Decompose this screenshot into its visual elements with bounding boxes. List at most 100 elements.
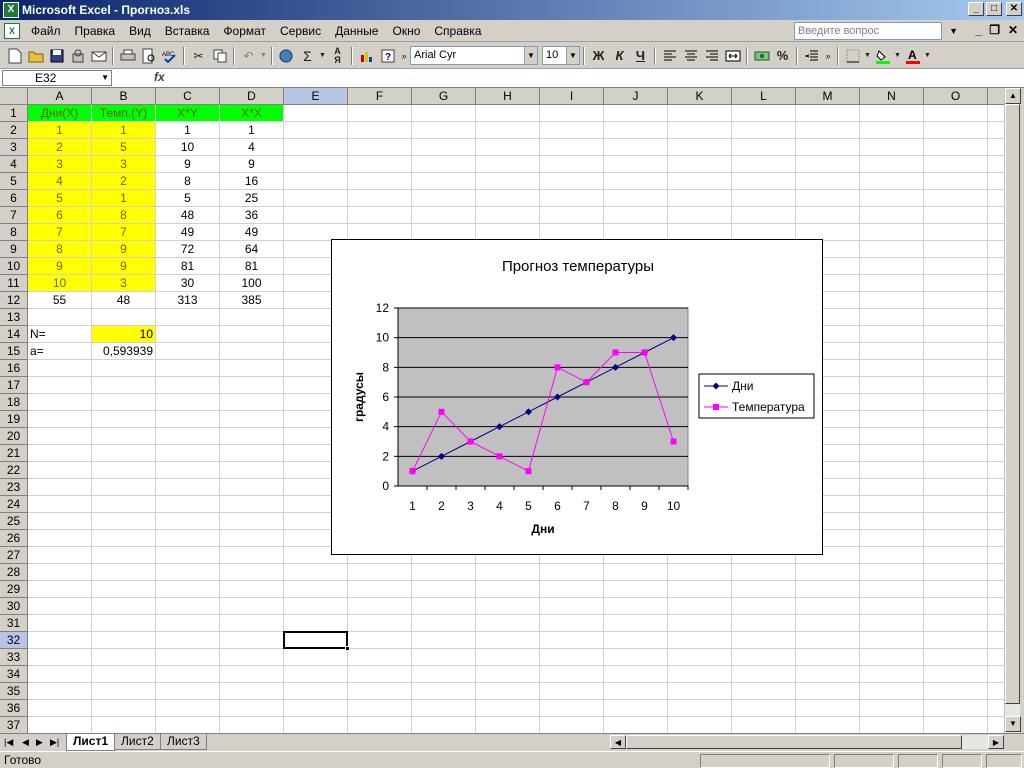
next-sheet-icon[interactable]: ▶ <box>36 736 43 748</box>
n-value-cell[interactable]: 10 <box>92 326 155 342</box>
data-cell[interactable]: 8 <box>156 173 219 189</box>
column-header-m[interactable]: M <box>796 88 860 105</box>
scroll-left-icon[interactable]: ◀ <box>610 735 626 749</box>
header-cell[interactable]: X*Y <box>156 105 219 121</box>
column-header-h[interactable]: H <box>476 88 540 105</box>
font-color-icon[interactable]: A <box>902 45 923 66</box>
column-header-i[interactable]: I <box>540 88 604 105</box>
data-cell[interactable]: 6 <box>28 207 91 223</box>
currency-icon[interactable] <box>751 45 772 66</box>
row-header-11[interactable]: 11 <box>0 275 28 292</box>
series-2-point[interactable] <box>670 438 677 445</box>
a-label-cell[interactable]: a= <box>28 343 91 359</box>
underline-button[interactable]: Ч <box>630 45 651 66</box>
menu-item-8[interactable]: Окно <box>385 21 427 41</box>
series-2-point[interactable] <box>641 349 648 356</box>
column-header-o[interactable]: O <box>924 88 988 105</box>
sort-ascending-icon[interactable]: AЯ <box>327 45 348 66</box>
data-cell[interactable]: 1 <box>92 190 155 206</box>
column-header-f[interactable]: F <box>348 88 412 105</box>
name-box-dropdown-icon[interactable]: ▼ <box>101 71 109 85</box>
doc-restore-button[interactable]: ❐ <box>989 23 1000 37</box>
first-sheet-icon[interactable]: |◀ <box>4 736 13 748</box>
data-cell[interactable]: 8 <box>28 241 91 257</box>
header-cell[interactable]: X*X <box>220 105 283 121</box>
data-cell[interactable]: 4 <box>28 173 91 189</box>
a-value-cell[interactable]: 0,593939 <box>92 343 155 359</box>
fill-color-icon[interactable] <box>872 45 893 66</box>
row-header-1[interactable]: 1 <box>0 105 28 122</box>
menu-item-5[interactable]: Формат <box>216 21 273 41</box>
data-cell[interactable]: 100 <box>220 275 283 291</box>
row-header-37[interactable]: 37 <box>0 717 28 733</box>
font-name-dropdown-icon[interactable]: ▼ <box>524 47 537 64</box>
series-2-point[interactable] <box>525 468 532 475</box>
horizontal-scroll-thumb[interactable] <box>626 735 962 749</box>
row-header-34[interactable]: 34 <box>0 666 28 683</box>
row-header-15[interactable]: 15 <box>0 343 28 360</box>
merge-center-icon[interactable] <box>722 45 743 66</box>
data-cell[interactable]: 72 <box>156 241 219 257</box>
data-cell[interactable]: 7 <box>28 224 91 240</box>
row-header-35[interactable]: 35 <box>0 683 28 700</box>
data-cell[interactable]: 1 <box>220 122 283 138</box>
series-2-point[interactable] <box>612 349 619 356</box>
series-2-point[interactable] <box>467 438 474 445</box>
scroll-down-icon[interactable]: ▼ <box>1005 716 1021 732</box>
undo-icon[interactable]: ↶ <box>238 45 259 66</box>
ask-dropdown-icon[interactable]: ▼ <box>949 26 958 36</box>
permission-icon[interactable] <box>67 45 88 66</box>
series-2-point[interactable] <box>554 364 561 371</box>
menu-item-4[interactable]: Вставка <box>158 21 217 41</box>
toolbar-options-icon-2[interactable]: » <box>822 45 834 66</box>
sheet-tab-3[interactable]: Лист3 <box>160 734 207 750</box>
print-preview-icon[interactable] <box>138 45 159 66</box>
data-cell[interactable]: 7 <box>92 224 155 240</box>
row-header-25[interactable]: 25 <box>0 513 28 530</box>
cut-icon[interactable]: ✂ <box>188 45 209 66</box>
row-header-32[interactable]: 32 <box>0 632 28 649</box>
column-header-b[interactable]: B <box>92 88 156 105</box>
x-axis-label[interactable]: Дни <box>531 522 554 536</box>
selected-cell-e32[interactable] <box>283 631 350 651</box>
row-header-33[interactable]: 33 <box>0 649 28 666</box>
data-cell[interactable]: 5 <box>156 190 219 206</box>
menu-item-2[interactable]: Правка <box>68 21 123 41</box>
menu-item-1[interactable]: Файл <box>24 21 68 41</box>
n-label-cell[interactable]: N= <box>28 326 91 342</box>
last-sheet-icon[interactable]: ▶| <box>50 736 59 748</box>
data-cell[interactable]: 8 <box>92 207 155 223</box>
scroll-up-icon[interactable]: ▲ <box>1005 88 1021 104</box>
data-cell[interactable]: 49 <box>220 224 283 240</box>
data-cell[interactable]: 81 <box>156 258 219 274</box>
italic-button[interactable]: К <box>609 45 630 66</box>
data-cell[interactable]: 5 <box>92 139 155 155</box>
maximize-button[interactable]: □ <box>986 2 1002 16</box>
align-left-icon[interactable] <box>659 45 680 66</box>
row-header-5[interactable]: 5 <box>0 173 28 190</box>
data-cell[interactable]: 49 <box>156 224 219 240</box>
row-header-12[interactable]: 12 <box>0 292 28 309</box>
data-cell[interactable]: 9 <box>92 258 155 274</box>
sheet-tab-1[interactable]: Лист1 <box>66 734 116 751</box>
data-cell[interactable]: 64 <box>220 241 283 257</box>
bold-button[interactable]: Ж <box>588 45 609 66</box>
hyperlink-icon[interactable] <box>276 45 297 66</box>
doc-close-button[interactable]: ✕ <box>1008 23 1018 37</box>
data-cell[interactable]: 10 <box>28 275 91 291</box>
row-header-22[interactable]: 22 <box>0 462 28 479</box>
font-size-select[interactable]: 10 ▼ <box>542 46 580 65</box>
series-2-point[interactable] <box>496 453 503 460</box>
font-name-select[interactable]: Arial Cyr ▼ <box>410 46 538 65</box>
doc-minimize-button[interactable]: _ <box>975 23 982 37</box>
print-icon[interactable] <box>117 45 138 66</box>
toolbar-options-icon[interactable]: » <box>398 45 410 66</box>
font-size-dropdown-icon[interactable]: ▼ <box>566 47 579 64</box>
save-icon[interactable] <box>46 45 67 66</box>
align-center-icon[interactable] <box>680 45 701 66</box>
column-header-l[interactable]: L <box>732 88 796 105</box>
data-cell[interactable]: 16 <box>220 173 283 189</box>
total-cell[interactable]: 385 <box>220 292 283 308</box>
row-header-16[interactable]: 16 <box>0 360 28 377</box>
data-cell[interactable]: 2 <box>92 173 155 189</box>
